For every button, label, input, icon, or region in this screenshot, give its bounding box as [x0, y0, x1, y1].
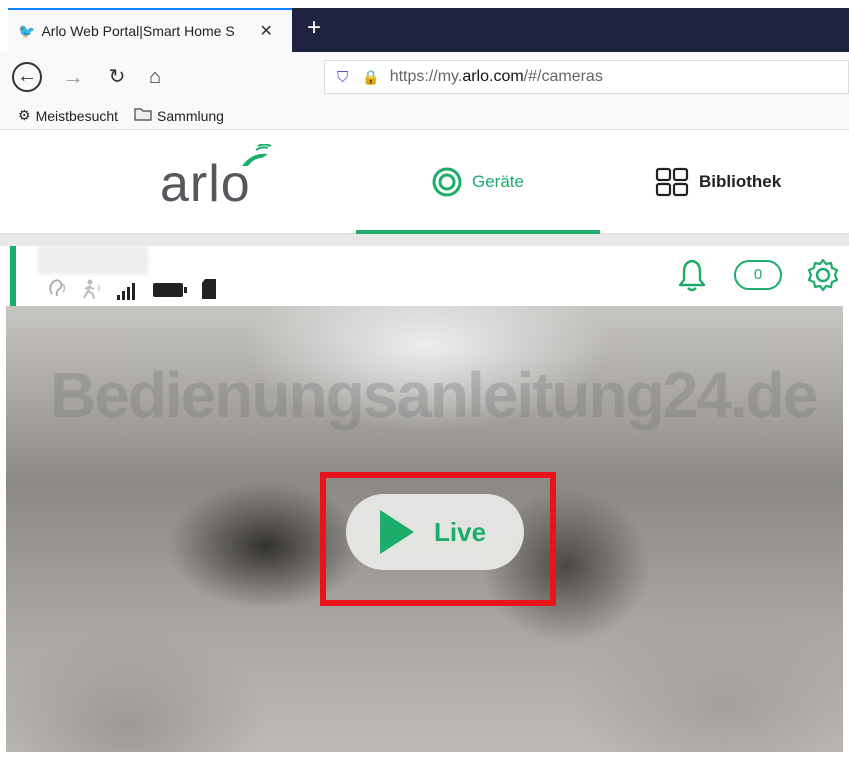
nav-devices-tab[interactable]: Geräte — [356, 130, 600, 234]
gear-icon: ⚙ — [18, 107, 31, 123]
camera-status-icons — [46, 276, 218, 300]
bookmarks-bar: ⚙ Meistbesucht Sammlung — [0, 102, 849, 130]
arlo-bird-icon — [242, 144, 272, 166]
settings-gear-icon[interactable] — [806, 258, 840, 292]
sd-card-icon — [202, 279, 216, 299]
browser-tabbar: 🐦 Arlo Web Portal|Smart Home S ✕ + — [0, 0, 849, 52]
library-grid-icon — [655, 167, 689, 197]
back-button[interactable]: ← — [12, 62, 42, 92]
reload-button[interactable]: ↻ — [102, 62, 132, 92]
bookmark-label: Sammlung — [157, 107, 224, 124]
arlo-favicon-icon: 🐦 — [18, 22, 36, 39]
tabbar-background — [292, 8, 849, 52]
tab-title: Arlo Web Portal|Smart Home S — [41, 23, 235, 39]
arlo-header: arlo Geräte Bibliothek — [0, 130, 849, 234]
motion-icon — [83, 279, 101, 300]
devices-icon — [432, 167, 462, 197]
battery-icon — [153, 283, 187, 297]
browser-tab[interactable]: 🐦 Arlo Web Portal|Smart Home S ✕ — [8, 8, 292, 52]
bookmark-meistbesucht[interactable]: ⚙ Meistbesucht — [18, 107, 118, 124]
bottom-strip — [0, 752, 849, 781]
section-divider — [0, 234, 849, 246]
camera-name-redacted — [38, 246, 148, 274]
bookmark-label: Meistbesucht — [35, 107, 119, 124]
tracking-shield-icon[interactable]: ⛉ — [337, 69, 348, 86]
home-button[interactable]: ⌂ — [140, 62, 170, 92]
camera-video-feed[interactable]: Bedienungsanleitung24.de Live — [6, 306, 843, 752]
forward-button[interactable]: → — [58, 62, 88, 92]
lock-icon[interactable]: 🔒 — [362, 69, 379, 86]
folder-icon — [134, 107, 152, 124]
nav-library-label: Bibliothek — [699, 172, 782, 191]
tab-close-icon[interactable]: ✕ — [259, 21, 272, 41]
new-tab-button[interactable]: + — [298, 12, 330, 44]
nav-library-tab[interactable]: Bibliothek — [655, 130, 781, 234]
url-text: https://my.arlo.com/#/cameras — [389, 68, 603, 85]
browser-navbar: ← → ↻ ⌂ ⛉ 🔒 https://my.arlo.com/#/camera… — [0, 52, 849, 102]
address-bar[interactable]: ⛉ 🔒 https://my.arlo.com/#/cameras — [324, 60, 849, 94]
bell-icon[interactable] — [676, 258, 708, 292]
nav-devices-label: Geräte — [472, 172, 524, 191]
audio-icon — [49, 279, 66, 297]
bookmark-sammlung[interactable]: Sammlung — [134, 107, 224, 124]
camera-status-bar: 0 — [10, 246, 839, 306]
watermark-text: Bedienungsanleitung24.de — [50, 359, 818, 431]
notification-count-badge[interactable]: 0 — [734, 260, 782, 290]
signal-strength-icon — [117, 283, 135, 300]
highlight-box — [320, 472, 556, 606]
